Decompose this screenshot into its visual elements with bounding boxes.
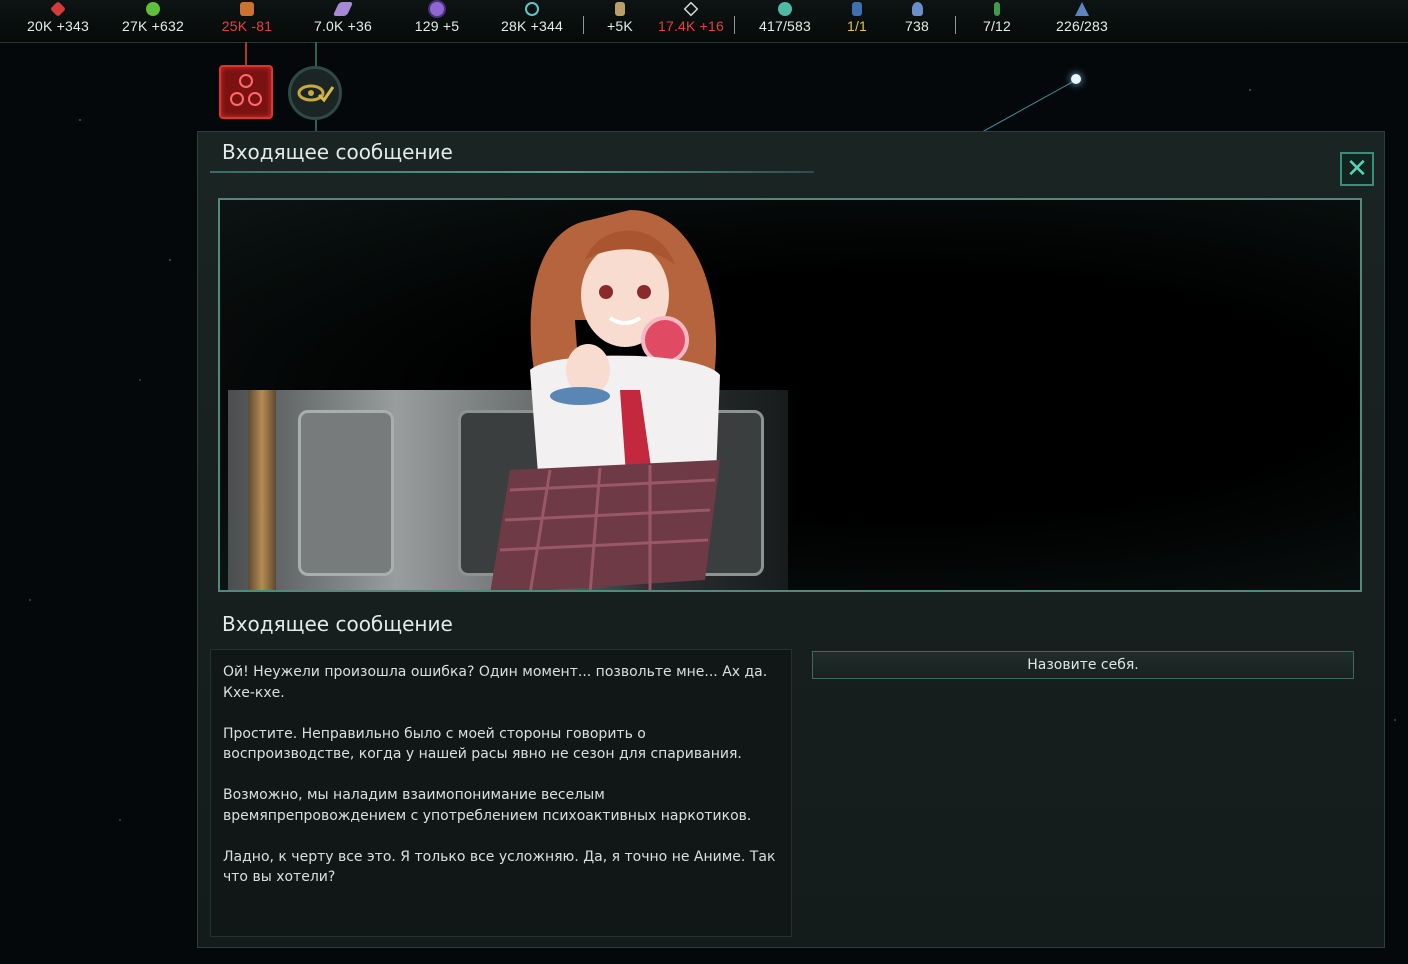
goods-crate-icon [240,2,254,16]
antenna-icon [994,2,1000,16]
diamond-outline-icon [683,1,699,17]
person-icon [911,2,923,16]
resource-value: 7/12 [982,18,1012,34]
identify-yourself-option-button[interactable]: Назовите себя. [812,651,1354,679]
resource-value: 738 [905,18,929,34]
star-system-icon[interactable] [1071,74,1081,84]
message-paragraph: Возможно, мы наладим взаимопонимание вес… [223,787,752,824]
resource-consumer-goods[interactable]: 25K -81 [201,2,293,34]
resource-unity[interactable]: 28K +344 [486,2,578,34]
ship-icon [1075,2,1089,16]
resource-value: 28K +344 [501,18,563,34]
resource-bar: 20K +343 27K +632 25K -81 7.0K +36 129 +… [0,0,1408,43]
microscope-icon [615,2,625,16]
resource-value: 27K +632 [122,18,184,34]
resource-value: 20K +343 [27,18,89,34]
connector-line [245,42,247,65]
message-paragraph: Ладно, к черту все это. Я только все усл… [223,848,776,886]
crisis-situation-icon[interactable] [219,65,273,119]
bulkhead-panel [298,410,394,576]
envoy-figure-icon [852,2,862,16]
resource-value: +5K [607,18,633,34]
resource-value: 417/583 [758,18,811,34]
character-portrait [218,198,1362,592]
green-apple-icon [146,2,160,16]
purple-ingot-icon [332,2,354,16]
eye-symbol-icon [297,84,335,103]
alert-symbol-icon [230,74,262,106]
message-paragraph: Ой! Неужели произошла ошибка? Один момен… [223,664,768,701]
resource-value: 129 +5 [414,18,460,34]
message-paragraph: Простите. Неправильно было с моей сторон… [223,725,742,763]
resource-fleet[interactable]: 226/283 [1036,2,1128,34]
message-heading: Входящее сообщение [222,612,453,636]
resource-energy[interactable]: 20K +343 [12,1,104,34]
title-underline [210,171,814,173]
resource-value: 1/1 [846,18,868,34]
anime-girl-portrait [490,210,720,590]
resource-value: 17.4K +16 [657,18,725,34]
eye-check-icon[interactable] [288,66,342,120]
pipe-decoration [248,390,276,590]
resource-influence[interactable]: 129 +5 [391,2,483,34]
connector-line [315,42,317,66]
close-button[interactable]: ✕ [1340,152,1374,186]
incoming-message-dialog: Входящее сообщение ✕ Входящее сообщение … [197,131,1385,948]
close-x-icon: ✕ [1346,154,1368,184]
planet-cluster-icon [778,2,792,16]
resource-population[interactable]: 738 [871,2,963,34]
resource-food[interactable]: 27K +632 [107,2,199,34]
resource-alloys[interactable]: 7.0K +36 [297,2,389,34]
resource-value: 7.0K +36 [313,18,373,34]
resource-value: 25K -81 [221,18,273,34]
dialog-title: Входящее сообщение [222,140,453,164]
resource-amenities[interactable]: 17.4K +16 [645,1,737,34]
resource-value: 226/283 [1055,18,1108,34]
divider [734,16,735,34]
game-screen: 20K +343 27K +632 25K -81 7.0K +36 129 +… [0,0,1408,964]
message-body: Ой! Неужели произошла ошибка? Один момен… [210,649,792,937]
unity-ring-icon [525,2,539,16]
resource-starbases[interactable]: 7/12 [951,2,1043,34]
red-crystal-icon [50,1,66,17]
purple-orb-icon [430,2,444,16]
